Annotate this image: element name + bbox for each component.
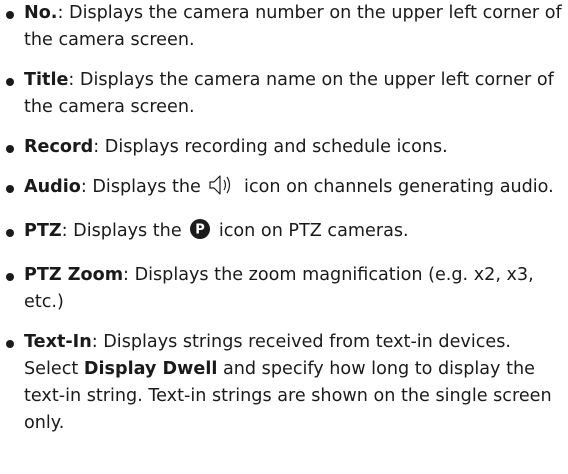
bullet (6, 185, 14, 193)
bullet (6, 78, 14, 86)
bullet (6, 145, 14, 153)
bullet (6, 273, 14, 281)
list-item-record: Record: Displays recording and schedule … (0, 134, 568, 161)
bullet (6, 340, 14, 348)
list-item-title: Title: Displays the camera name on the u… (0, 67, 568, 121)
display-dwell-term: Display Dwell (83, 359, 218, 379)
item-text: : Displays the camera number on the uppe… (24, 3, 562, 50)
item-term: PTZ (24, 221, 62, 241)
list-item-audio: Audio: Displays the icon on channels gen… (0, 174, 568, 205)
item-term: No. (24, 3, 58, 23)
svg-text:P: P (196, 223, 206, 238)
item-text: : Displays the camera name on the upper … (24, 70, 554, 117)
item-text: : Displays recording and schedule icons. (93, 137, 448, 157)
item-text-after: icon on channels generating audio. (238, 177, 554, 197)
item-term: Record (24, 137, 94, 157)
item-text-before: : Displays the (61, 221, 188, 241)
bullet (6, 11, 14, 19)
feature-list: No.: Displays the camera number on the u… (0, 0, 568, 437)
list-item-ptz-zoom: PTZ Zoom: Displays the zoom magnificatio… (0, 262, 568, 316)
item-term: PTZ Zoom (24, 265, 124, 285)
item-text-before: : Displays the (80, 177, 207, 197)
item-text-after: icon on PTZ cameras. (213, 221, 409, 241)
bullet (6, 229, 14, 237)
speaker-icon (208, 174, 236, 205)
list-item-ptz: PTZ: Displays the P icon on PTZ cameras. (0, 218, 568, 249)
item-term: Title (24, 70, 69, 90)
ptz-icon: P (189, 218, 211, 249)
list-item-text-in: Text-In: Displays strings received from … (0, 329, 568, 437)
list-item-no: No.: Displays the camera number on the u… (0, 0, 568, 54)
item-term: Text-In (24, 332, 92, 352)
item-term: Audio (24, 177, 81, 197)
